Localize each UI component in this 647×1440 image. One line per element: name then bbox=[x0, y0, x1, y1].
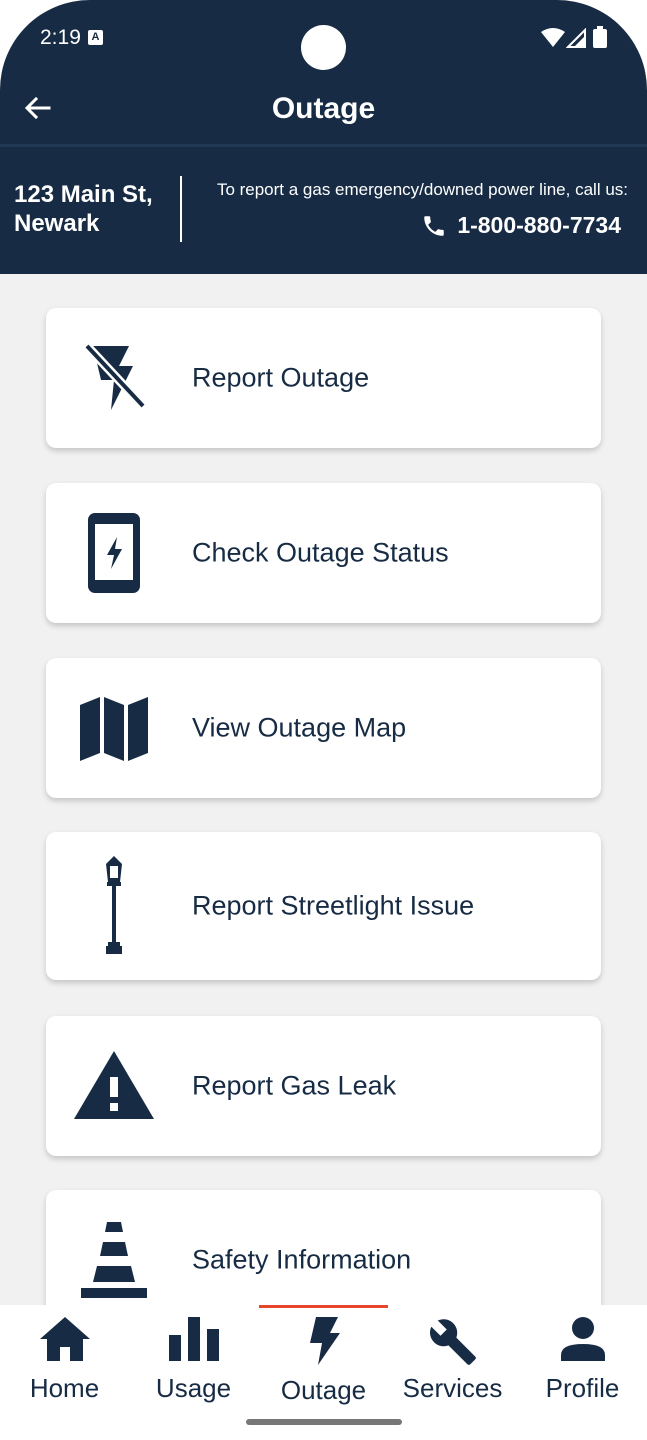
status-time: 2:19 bbox=[40, 26, 81, 49]
person-icon bbox=[560, 1317, 605, 1361]
service-address: 123 Main St, Newark bbox=[14, 180, 174, 238]
card-label: Report Outage bbox=[192, 362, 370, 393]
status-bar: 2:19 A bbox=[0, 0, 647, 78]
bar-chart-icon bbox=[168, 1317, 219, 1361]
traffic-cone-icon bbox=[81, 1222, 147, 1298]
check-outage-status-card[interactable]: Check Outage Status bbox=[46, 483, 601, 623]
signal-icon bbox=[566, 28, 586, 48]
card-label: Report Gas Leak bbox=[192, 1070, 397, 1101]
address-divider bbox=[180, 176, 182, 242]
toolbar: Outage bbox=[0, 78, 647, 144]
phone-bolt-icon bbox=[88, 513, 140, 593]
card-label: Report Streetlight Issue bbox=[192, 890, 475, 921]
warning-icon bbox=[74, 1051, 154, 1119]
wrench-icon bbox=[429, 1319, 476, 1365]
nav-label: Services bbox=[402, 1373, 503, 1403]
nav-usage[interactable]: Usage bbox=[129, 1305, 258, 1415]
card-label: Check Outage Status bbox=[192, 537, 449, 568]
wifi-icon bbox=[541, 28, 565, 47]
camera-icon bbox=[301, 25, 346, 70]
card-label: View Outage Map bbox=[192, 712, 407, 743]
report-gas-leak-card[interactable]: Report Gas Leak bbox=[46, 1016, 601, 1156]
nav-label: Home bbox=[29, 1373, 100, 1403]
header: 2:19 A Outage 123 Main St, Newark To rep… bbox=[0, 0, 647, 274]
nav-services[interactable]: Services bbox=[388, 1305, 517, 1415]
gesture-navigation-bar[interactable] bbox=[246, 1419, 402, 1425]
address-line-2: Newark bbox=[14, 210, 100, 237]
view-outage-map-card[interactable]: View Outage Map bbox=[46, 658, 601, 798]
report-streetlight-issue-card[interactable]: Report Streetlight Issue bbox=[46, 832, 601, 980]
nav-label: Usage bbox=[155, 1373, 232, 1403]
phone-icon bbox=[424, 215, 445, 236]
nav-label: Profile bbox=[545, 1373, 620, 1403]
page-title: Outage bbox=[271, 92, 376, 125]
power-off-icon bbox=[83, 342, 147, 410]
phone-number: 1-800-880-7734 bbox=[457, 212, 621, 238]
nav-outage[interactable]: Outage bbox=[259, 1305, 388, 1415]
streetlight-icon bbox=[106, 856, 122, 954]
app-screen: 2:19 A Outage 123 Main St, Newark To rep… bbox=[0, 0, 647, 1440]
report-outage-card[interactable]: Report Outage bbox=[46, 308, 601, 448]
emergency-text: To report a gas emergency/downed power l… bbox=[216, 180, 628, 199]
bolt-icon bbox=[309, 1317, 340, 1365]
nav-profile[interactable]: Profile bbox=[518, 1305, 647, 1415]
home-icon bbox=[39, 1317, 90, 1361]
battery-icon bbox=[593, 26, 607, 48]
emergency-phone-link[interactable]: 1-800-880-7734 bbox=[421, 212, 621, 239]
nav-home[interactable]: Home bbox=[0, 1305, 129, 1415]
card-label: Safety Information bbox=[192, 1244, 412, 1275]
notification-a-icon: A bbox=[88, 30, 103, 45]
address-line-1: 123 Main St, bbox=[14, 181, 153, 208]
map-icon bbox=[80, 697, 148, 761]
header-divider bbox=[0, 144, 647, 147]
nav-label: Outage bbox=[280, 1375, 367, 1405]
